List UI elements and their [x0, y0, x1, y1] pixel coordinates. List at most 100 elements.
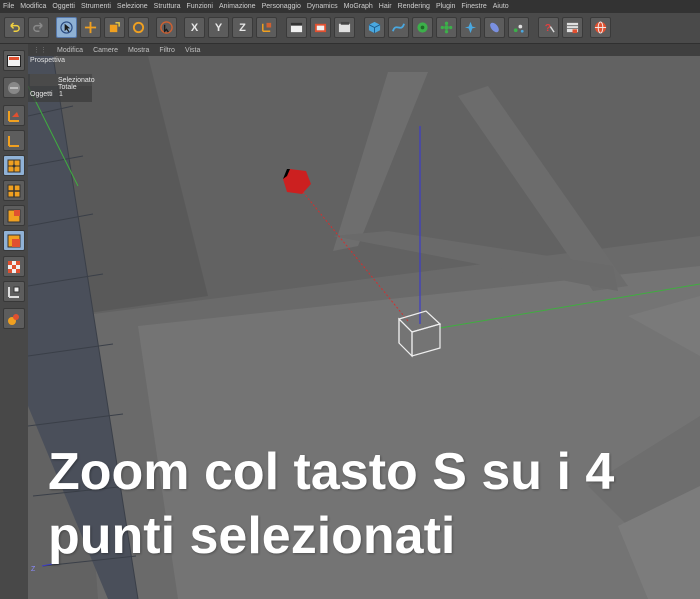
checker-button[interactable]	[3, 256, 25, 277]
nurbs-button[interactable]	[412, 17, 433, 38]
x-axis-label: X	[190, 21, 199, 34]
coordinate-icon	[262, 22, 272, 32]
menu-modifica[interactable]: Modifica	[17, 3, 49, 10]
workplane-button[interactable]	[3, 130, 25, 151]
edges-icon	[7, 184, 21, 197]
menu-funzioni[interactable]: Funzioni	[184, 3, 216, 10]
viewport-menu-vista[interactable]: Vista	[180, 47, 205, 54]
viewport-camera-label[interactable]: Prospettiva	[30, 57, 65, 64]
render-settings-icon	[338, 21, 351, 33]
viewport-menu-camere[interactable]: Camere	[88, 47, 123, 54]
capsule-icon	[490, 22, 499, 33]
scale-tool-button[interactable]	[104, 17, 125, 38]
left-toolbar	[0, 44, 29, 599]
menu-finestre[interactable]: Finestre	[458, 3, 489, 10]
main-toolbar: X Y Z ?	[0, 13, 700, 44]
use-model-button[interactable]	[3, 50, 25, 71]
menu-aiuto[interactable]: Aiuto	[490, 3, 512, 10]
z-axis-lock-button[interactable]: Z	[232, 17, 253, 38]
scene-object-button[interactable]	[484, 17, 505, 38]
nurbs-icon	[417, 22, 428, 33]
polygons-mode-button[interactable]	[3, 205, 25, 226]
selection-hud: Selezionato Totale Oggetti 1	[28, 74, 95, 102]
environment-button[interactable]	[508, 17, 529, 38]
texture-mode-icon	[8, 81, 20, 94]
caption-line-1: Zoom col tasto S su i 4	[48, 443, 615, 501]
snap-icon	[8, 286, 20, 298]
environment-icon	[513, 24, 524, 33]
edges-mode-button[interactable]	[3, 180, 25, 201]
array-button[interactable]	[436, 17, 457, 38]
menu-rendering[interactable]: Rendering	[395, 3, 433, 10]
uv-icon	[7, 234, 21, 247]
points-icon	[7, 159, 21, 172]
svg-text:?: ?	[545, 23, 551, 34]
viewport-menu-mostra[interactable]: Mostra	[123, 47, 154, 54]
menu-dynamics[interactable]: Dynamics	[304, 3, 341, 10]
scale-icon	[109, 22, 120, 33]
menu-animazione[interactable]: Animazione	[216, 3, 259, 10]
y-axis-lock-button[interactable]: Y	[208, 17, 229, 38]
viewport-menu-modifica[interactable]: Modifica	[52, 47, 88, 54]
sculpt-icon	[8, 313, 19, 325]
viewport-menu-filtro[interactable]: Filtro	[154, 47, 180, 54]
move-tool-button[interactable]	[80, 17, 101, 38]
timeline-icon	[566, 22, 579, 34]
move-icon	[84, 21, 97, 34]
workplane-icon	[8, 135, 19, 147]
menu-file[interactable]: File	[0, 3, 17, 10]
rotate-icon	[132, 21, 145, 34]
redo-icon	[33, 22, 43, 32]
timeline-button[interactable]	[562, 17, 583, 38]
menu-hair[interactable]: Hair	[376, 3, 395, 10]
deformer-icon	[464, 21, 477, 34]
axis-mode-icon	[8, 110, 19, 122]
grip-icon: ⋮⋮	[33, 47, 47, 54]
cube-icon	[368, 21, 381, 34]
undo-icon	[10, 22, 20, 32]
object-axis-button[interactable]	[3, 105, 25, 126]
model-mode-icon	[7, 54, 21, 67]
x-axis-lock-button[interactable]: X	[184, 17, 205, 38]
menu-mograph[interactable]: MoGraph	[341, 3, 376, 10]
sculpt-button[interactable]	[3, 308, 25, 329]
hud-objects-value: 1	[59, 91, 63, 98]
cube-object-button[interactable]	[364, 17, 385, 38]
menu-selezione[interactable]: Selezione	[114, 3, 151, 10]
menu-personaggio[interactable]: Personaggio	[259, 3, 304, 10]
coordinate-system-button[interactable]	[256, 17, 277, 38]
spline-icon	[392, 23, 405, 32]
select-tool-button[interactable]	[56, 17, 77, 38]
menu-struttura[interactable]: Struttura	[151, 3, 184, 10]
z-axis-label: Z	[239, 21, 246, 34]
render-settings-button[interactable]	[334, 17, 355, 38]
live-select-icon	[160, 21, 173, 34]
y-axis-label: Y	[214, 21, 223, 34]
rotate-tool-button[interactable]	[128, 17, 149, 38]
use-texture-button[interactable]	[3, 77, 25, 98]
render-view-button[interactable]	[286, 17, 307, 38]
uv-mode-button[interactable]	[3, 230, 25, 251]
render-region-icon	[314, 23, 327, 33]
viewport-menu: ⋮⋮ Modifica Camere Mostra Filtro Vista	[28, 44, 700, 56]
globe-icon	[594, 21, 607, 34]
hud-title: Selezionato Totale	[58, 77, 95, 91]
caption-line-2: punti selezionati	[48, 507, 456, 565]
live-selection-button[interactable]	[156, 17, 177, 38]
browser-button[interactable]	[590, 17, 611, 38]
menu-plugin[interactable]: Plugin	[433, 3, 458, 10]
light-icon: ?	[545, 23, 555, 34]
snap-button[interactable]	[3, 281, 25, 302]
menu-strumenti[interactable]: Strumenti	[78, 3, 114, 10]
undo-button[interactable]	[4, 17, 25, 38]
spline-button[interactable]	[388, 17, 409, 38]
redo-button[interactable]	[28, 17, 49, 38]
points-mode-button[interactable]	[3, 155, 25, 176]
deformer-button[interactable]	[460, 17, 481, 38]
polygons-icon	[7, 209, 21, 222]
camera-light-button[interactable]: ?	[538, 17, 559, 38]
cursor-icon	[60, 21, 73, 34]
menu-oggetti[interactable]: Oggetti	[49, 3, 78, 10]
array-icon	[440, 21, 453, 34]
render-region-button[interactable]	[310, 17, 331, 38]
